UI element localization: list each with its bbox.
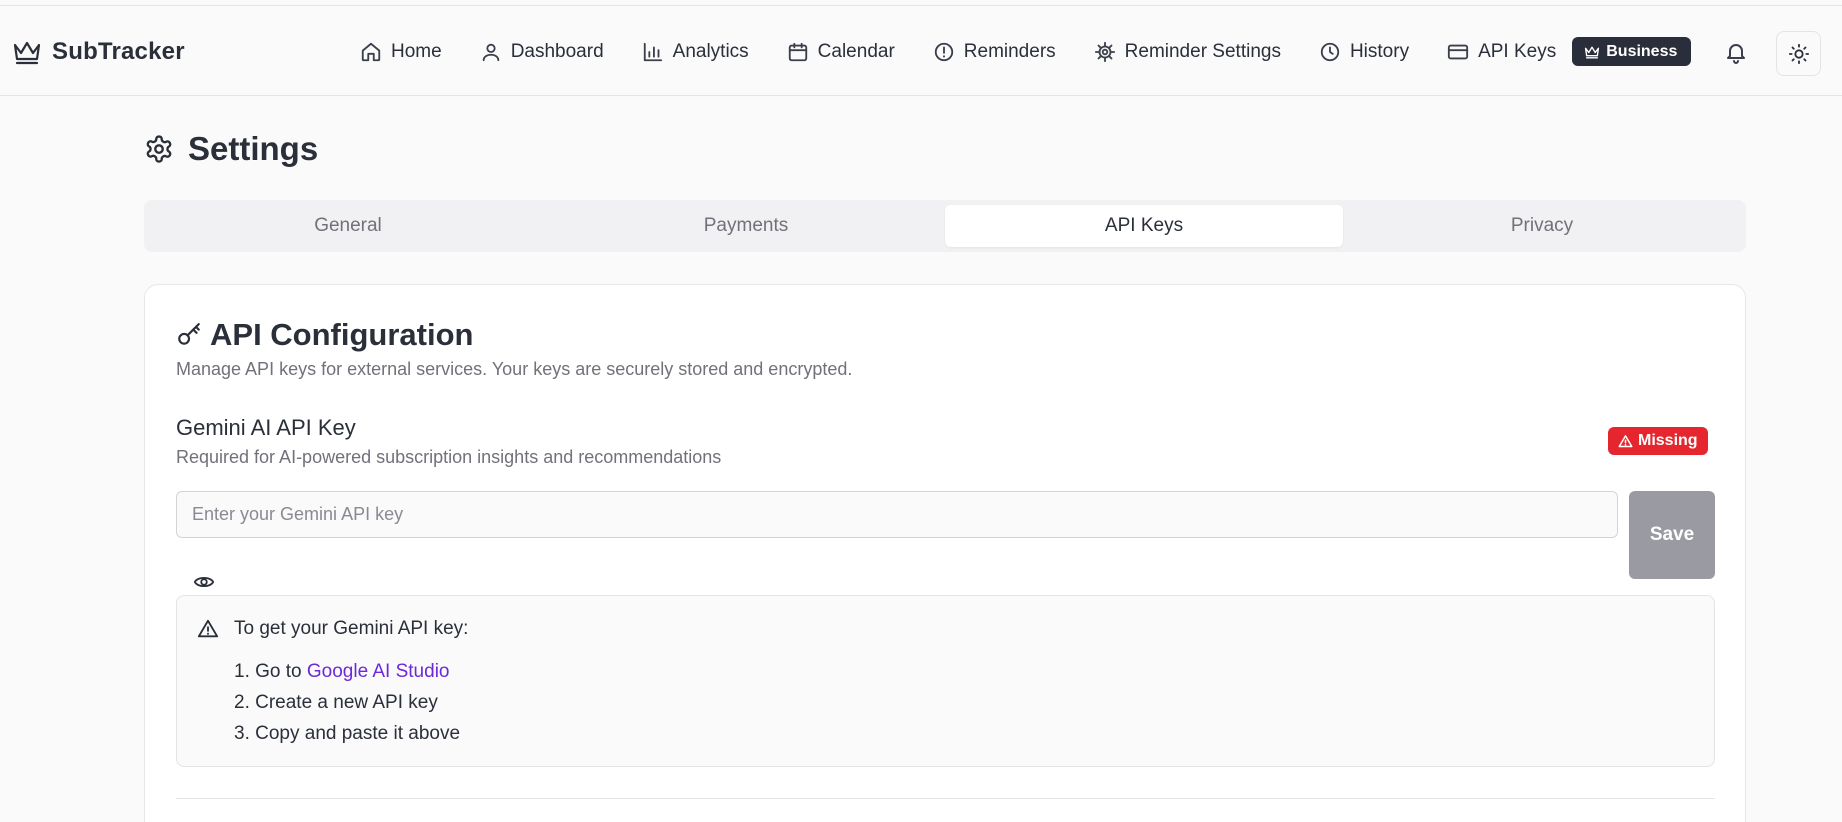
tab-payments[interactable]: Payments [547,205,945,247]
settings-icon [144,134,174,164]
credit-card-icon [1447,41,1469,63]
user-icon [480,41,502,63]
eye-icon[interactable] [193,571,215,593]
nav-item-reminder-settings[interactable]: Reminder Settings [1094,41,1281,63]
nav-item-label: Analytics [672,40,749,62]
page-title: Settings [188,130,319,167]
gemini-api-key-input[interactable] [176,491,1618,538]
instruction-step: 2. Create a new API key [234,692,438,713]
warning-triangle-icon [1618,434,1633,449]
sun-icon [1788,43,1810,65]
crown-icon [1584,45,1600,59]
key-icon [176,322,202,348]
home-icon [360,41,382,63]
crown-icon [12,39,42,65]
bell-icon[interactable] [1724,40,1748,64]
nav-item-analytics[interactable]: Analytics [642,41,749,63]
calendar-icon [787,41,809,63]
instructions-steps: 1. Go to Google AI Studio 2. Create a ne… [234,656,460,749]
api-configuration-card: API Configuration Manage API keys for ex… [144,284,1746,822]
top-navigation-bar: SubTracker Home Dashboard Analytics Cale… [0,5,1842,96]
nav-item-api-keys[interactable]: API Keys [1447,41,1556,63]
business-plan-badge[interactable]: Business [1572,37,1692,66]
google-ai-studio-link[interactable]: Google AI Studio [307,661,450,682]
nav-item-label: Reminders [963,40,1056,62]
main-nav: Home Dashboard Analytics Calendar Remind… [360,6,1692,97]
instructions-box: To get your Gemini API key: 1. Go to Goo… [176,595,1715,767]
page-header: Settings [144,128,318,170]
gemini-key-label: Gemini AI API Key [176,415,356,440]
nav-item-dashboard[interactable]: Dashboard [480,41,604,63]
nav-item-history[interactable]: History [1319,41,1409,63]
settings-tabs: General Payments API Keys Privacy [144,200,1746,252]
theme-toggle-button[interactable] [1776,31,1821,76]
tab-api-keys[interactable]: API Keys [945,205,1343,247]
gemini-key-description: Required for AI-powered subscription ins… [176,447,722,467]
nav-item-home[interactable]: Home [360,41,442,63]
nav-item-calendar[interactable]: Calendar [787,41,895,63]
brand-name: SubTracker [52,37,185,65]
card-header: API Configuration [176,315,473,355]
nav-item-label: API Keys [1478,40,1557,62]
cog-icon [1094,41,1116,63]
nav-item-label: Calendar [817,40,895,62]
instructions-title: To get your Gemini API key: [234,618,469,639]
status-badge: Missing [1608,427,1708,455]
step-text: 1. Go to [234,661,307,682]
brand-logo[interactable]: SubTracker [12,6,185,97]
nav-item-label: Home [391,40,442,62]
bar-chart-icon [642,41,664,63]
nav-item-label: Reminder Settings [1124,40,1281,62]
instruction-step: 3. Copy and paste it above [234,723,461,744]
nav-item-reminders[interactable]: Reminders [933,41,1056,63]
card-title: API Configuration [210,317,474,352]
tab-general[interactable]: General [149,205,547,247]
plan-badge-label: Business [1606,42,1678,60]
tab-privacy[interactable]: Privacy [1343,205,1741,247]
nav-item-label: Dashboard [510,40,604,62]
alert-circle-icon [933,41,955,63]
section-divider [176,798,1715,799]
card-description: Manage API keys for external services. Y… [176,359,853,379]
status-badge-label: Missing [1638,432,1698,449]
nav-item-label: History [1349,40,1410,62]
warning-triangle-icon [197,618,219,640]
instruction-step: 1. Go to Google AI Studio [234,656,460,687]
save-button[interactable]: Save [1629,491,1715,579]
clock-icon [1319,41,1341,63]
